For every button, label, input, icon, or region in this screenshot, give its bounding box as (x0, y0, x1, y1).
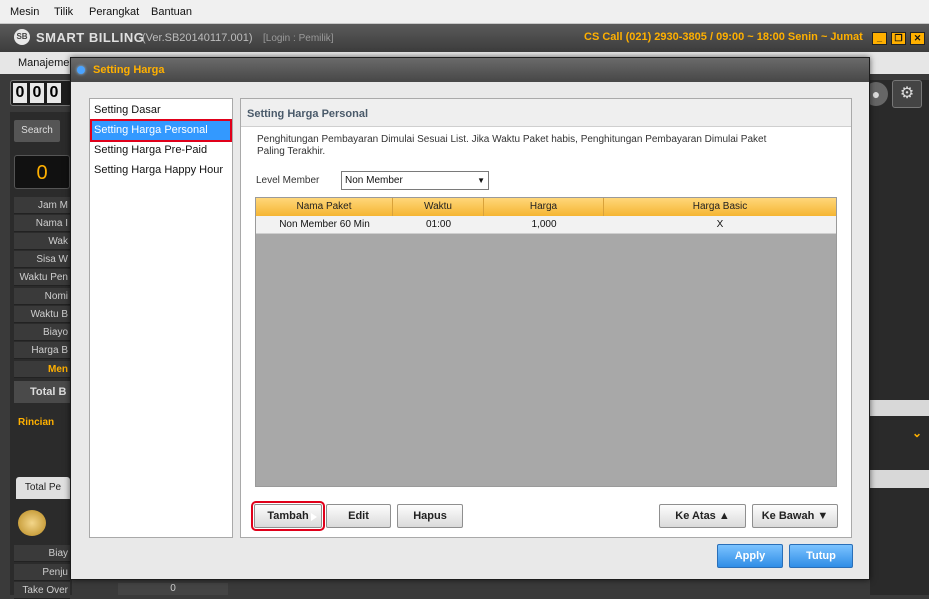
app-logo-icon: SB (14, 29, 30, 45)
app-title-bar: SB SMART BILLING (Ver.SB20140117.001) [L… (0, 24, 929, 52)
right-strip (870, 400, 929, 416)
info-row-label: Wak (14, 233, 70, 250)
edit-button[interactable]: Edit (326, 504, 391, 528)
menu-perangkat[interactable]: Perangkat (89, 6, 139, 18)
bottom-row-label: Take Over (14, 582, 70, 599)
dialog-title: Setting Harga (93, 64, 165, 76)
big-counter-value: 0 (14, 155, 70, 189)
coins-icon (18, 510, 46, 536)
column-header[interactable]: Nama Paket (256, 198, 393, 216)
table-cell: 01:00 (425, 219, 452, 230)
nav-setting-harga-personal[interactable]: Setting Harga Personal (90, 119, 232, 142)
settings-panel: Setting Harga Personal Penghitungan Pemb… (240, 98, 852, 538)
level-member-label: Level Member (256, 175, 320, 186)
menu-mesin[interactable]: Mesin (10, 6, 39, 18)
info-row-label: Sisa W (14, 251, 70, 268)
bottom-row-label: Biay (14, 545, 70, 562)
info-row-label: Nomi (14, 288, 70, 305)
chevron-down-icon[interactable]: ⌄ (912, 426, 922, 440)
info-row-label: Men (14, 361, 70, 378)
ke-atas-button[interactable]: Ke Atas ▲ (659, 504, 746, 528)
total-billing-label: Total B (14, 381, 70, 403)
menubar: Mesin Tilik Perangkat Bantuan (0, 0, 929, 24)
column-header[interactable]: Harga (484, 198, 604, 216)
info-row-label: Waktu Pen (14, 269, 70, 286)
apply-button[interactable]: Apply (717, 544, 783, 568)
nav-setting-harga-pre-paid[interactable]: Setting Harga Pre-Paid (92, 141, 230, 160)
tutup-button[interactable]: Tutup (789, 544, 853, 568)
table-cell: Non Member 60 Min (279, 219, 370, 230)
description-line: Paling Terakhir. (257, 146, 326, 157)
nav-setting-dasar[interactable]: Setting Dasar (92, 101, 230, 120)
right-strip (870, 470, 929, 488)
info-row-label: Harga B (14, 342, 70, 359)
table-cell: X (716, 219, 724, 230)
panel-title: Setting Harga Personal (247, 108, 369, 120)
paket-grid: Nama Paket Waktu Harga Harga Basic Non M… (255, 197, 837, 487)
info-row-label: Jam M (14, 197, 70, 214)
restore-icon[interactable]: ❐ (891, 32, 906, 45)
table-row[interactable]: Non Member 60 Min 01:00 1,000 X (256, 216, 836, 234)
level-member-select[interactable]: Non Member ▼ (341, 171, 489, 190)
dialog-title-bar: Setting Harga (71, 58, 869, 82)
dropdown-arrow-icon: ▼ (477, 176, 485, 185)
digit-counter: 000 (10, 80, 72, 106)
dialog-status-icon (77, 66, 85, 74)
setting-harga-dialog: Setting Harga Setting Dasar Setting Harg… (70, 57, 870, 580)
minimize-icon[interactable]: _ (872, 32, 887, 45)
info-row-label: Waktu B (14, 306, 70, 323)
nav-setting-harga-happy-hour[interactable]: Setting Harga Happy Hour (92, 161, 230, 180)
column-header[interactable]: Waktu (393, 198, 484, 216)
panel-header: Setting Harga Personal (241, 99, 851, 127)
gear-icon[interactable]: ⚙ (892, 80, 922, 108)
counter-digit: 0 (30, 83, 44, 103)
toolbar-manajemen[interactable]: Manajeme (18, 57, 69, 69)
column-header[interactable]: Harga Basic (604, 198, 836, 216)
total-pe-tab[interactable]: Total Pe (16, 477, 70, 499)
close-icon[interactable]: ✕ (910, 32, 925, 45)
right-panel (870, 80, 929, 595)
search-tab[interactable]: Search (14, 120, 60, 142)
menu-tilik[interactable]: Tilik (54, 6, 73, 18)
hapus-button[interactable]: Hapus (397, 504, 463, 528)
counter-digit: 0 (47, 83, 61, 103)
bottom-row-label: Penju (14, 564, 70, 581)
info-row-label: Biayo (14, 324, 70, 341)
grid-header: Nama Paket Waktu Harga Harga Basic (256, 198, 836, 216)
take-over-value: 0 (118, 583, 228, 595)
info-row-label: Nama I (14, 215, 70, 232)
ke-bawah-button[interactable]: Ke Bawah ▼ (752, 504, 838, 528)
login-info: [Login : Pemilik] (263, 33, 334, 44)
panel-description: Penghitungan Pembayaran Dimulai Sesuai L… (257, 134, 767, 158)
counter-digit: 0 (13, 83, 27, 103)
settings-nav: Setting Dasar Setting Harga Personal Set… (89, 98, 233, 538)
rincian-label[interactable]: Rincian (14, 414, 70, 432)
app-name: SMART BILLING (36, 30, 145, 45)
cs-call-info: CS Call (021) 2930-3805 / 09:00 ~ 18:00 … (584, 31, 863, 43)
mouse-cursor-icon (311, 513, 317, 521)
level-member-value: Non Member (345, 175, 403, 186)
menu-bantuan[interactable]: Bantuan (151, 6, 192, 18)
app-version: (Ver.SB20140117.001) (142, 32, 253, 44)
table-cell: 1,000 (531, 219, 557, 230)
description-line: Penghitungan Pembayaran Dimulai Sesuai L… (257, 134, 767, 145)
